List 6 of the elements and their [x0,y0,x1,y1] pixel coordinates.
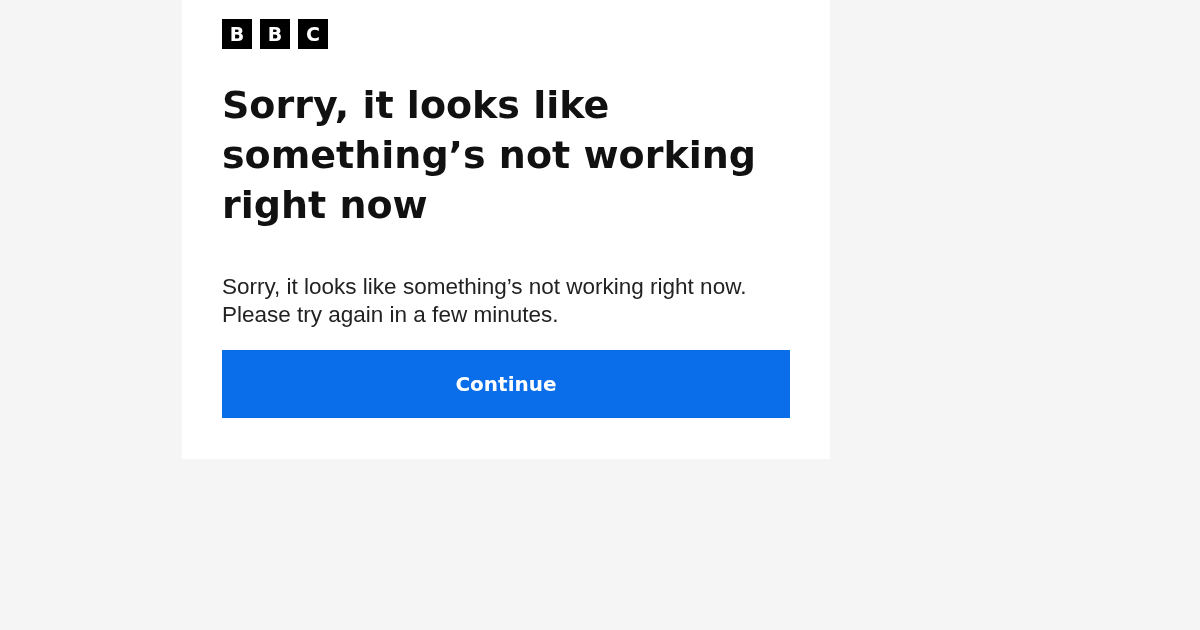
logo-letter: C [298,19,328,49]
logo-letter: B [222,19,252,49]
continue-button[interactable]: Continue [222,350,790,418]
logo-letter: B [260,19,290,49]
error-heading: Sorry, it looks like something’s not working right now [222,82,757,229]
error-message: Sorry, it looks like something’s not working right now. Please try again in a few minutes. [222,273,748,329]
